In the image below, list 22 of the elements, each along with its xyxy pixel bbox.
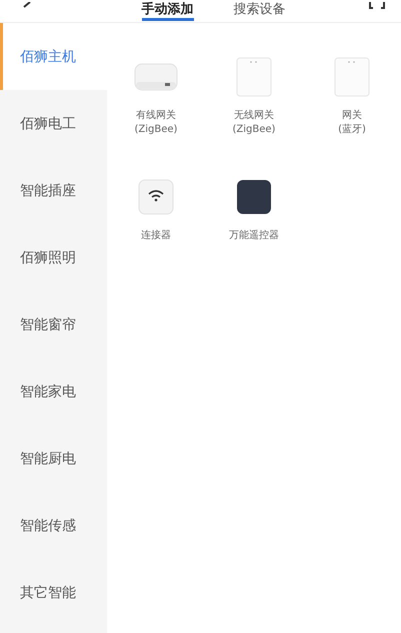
category-item[interactable]: 智能窗帘 (0, 291, 107, 358)
category-item[interactable]: 佰狮主机 (0, 23, 107, 90)
category-item[interactable]: 佰狮照明 (0, 224, 107, 291)
tab[interactable]: 搜索设备 (234, 2, 286, 21)
scan-icon[interactable] (369, 2, 385, 10)
device-protocol: (ZigBee) (134, 123, 178, 137)
device-name: 万能遥控器 (229, 229, 279, 243)
device-protocol: (ZigBee) (232, 123, 276, 137)
remote-device-icon[interactable] (236, 177, 272, 217)
device-name: 有线网关 (136, 109, 176, 123)
device-name: 网关 (342, 109, 362, 123)
device-protocol: (蓝牙) (338, 123, 366, 137)
device-name: 无线网关 (234, 109, 274, 123)
category-item[interactable]: 智能家电 (0, 358, 107, 425)
category-item[interactable]: 佰狮电工 (0, 90, 107, 157)
category-item[interactable]: 智能厨电 (0, 425, 107, 492)
category-item[interactable]: 智能插座 (0, 157, 107, 224)
wifi-device-icon[interactable] (138, 177, 174, 217)
tab[interactable]: 手动添加 (142, 2, 194, 21)
category-item[interactable]: 智能传感 (0, 492, 107, 559)
device-name: 连接器 (141, 229, 171, 243)
category-item[interactable]: 其它智能 (0, 559, 107, 626)
